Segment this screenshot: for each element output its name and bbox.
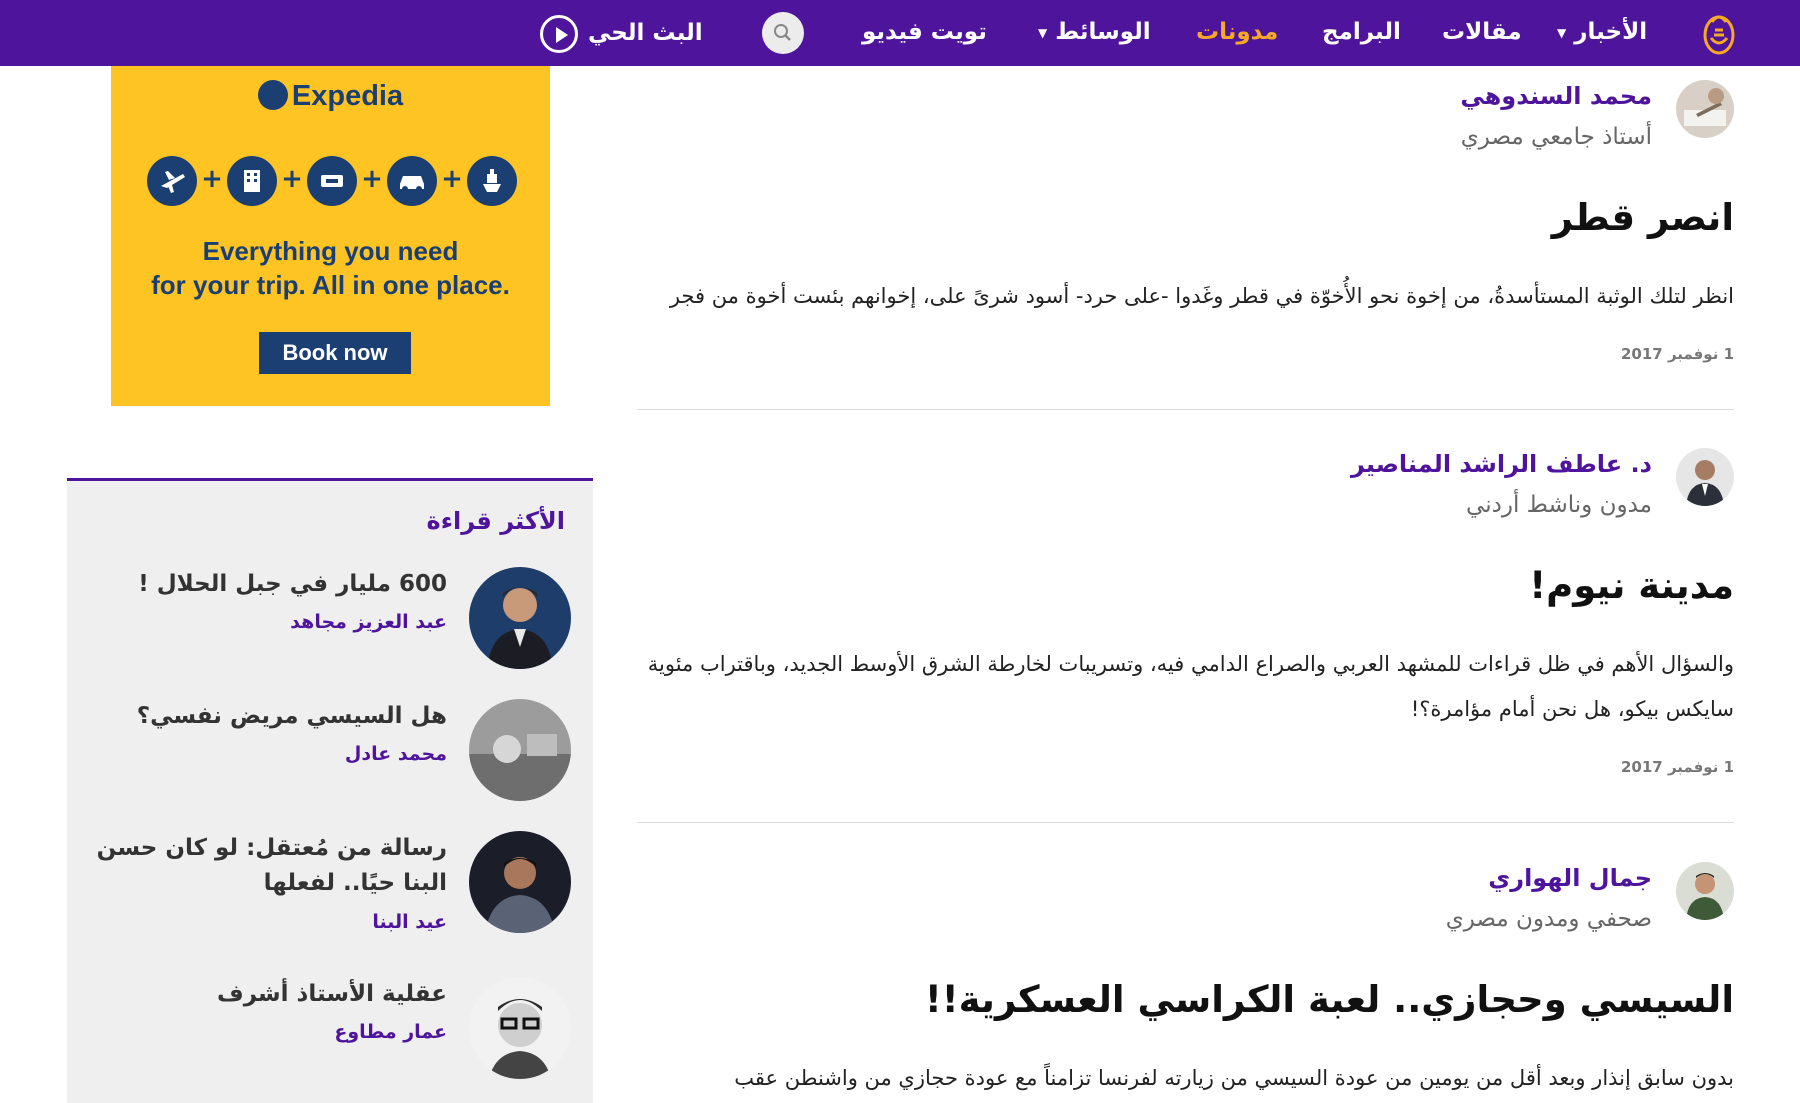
ad-tagline-line: Everything you need <box>202 236 459 266</box>
live-stream-label: البث الحي <box>588 20 703 46</box>
author-photo <box>469 831 571 933</box>
author-role: مدون وناشط أردني <box>1466 492 1652 518</box>
plus-icon: + <box>201 164 223 194</box>
most-read-item[interactable]: عقلية الأستاذ أشرف عمار مطاوع <box>67 977 593 1097</box>
book-now-button[interactable]: Book now <box>259 332 411 374</box>
plane-icon <box>147 156 197 206</box>
post-excerpt: والسؤال الأهم في ظل قراءات للمشهد العربي… <box>647 652 1734 721</box>
nav-item-blogs[interactable]: مدونات <box>1196 14 1278 50</box>
most-read-panel: الأكثر قراءة 600 مليار في جبل الحلال ! ع… <box>67 478 593 1103</box>
post-title[interactable]: انصر قطر <box>1552 196 1734 239</box>
post-date: 1 نوفمبر 2017 <box>1620 758 1734 776</box>
most-read-author[interactable]: عمار مطاوع <box>334 1021 447 1043</box>
nav-item-tweet-video[interactable]: تويت فيديو <box>862 14 987 50</box>
expedia-ad-banner[interactable]: Expedia + + + + Everything you need for … <box>111 66 550 406</box>
nav-item-label: تويت فيديو <box>862 19 987 45</box>
blog-post-card: د. عاطف الراشد المناصير مدون وناشط أردني… <box>637 448 1734 778</box>
most-read-title: الأكثر قراءة <box>426 507 565 535</box>
ticket-icon <box>307 156 357 206</box>
author-role: أستاذ جامعي مصري <box>1460 124 1652 150</box>
nav-item-media[interactable]: الوسائط ▼ <box>1038 14 1151 50</box>
chevron-down-icon: ▼ <box>1557 25 1567 40</box>
nav-item-label: مدونات <box>1196 19 1279 45</box>
nav-item-label: الأخبار <box>1574 19 1648 45</box>
play-icon <box>540 14 578 53</box>
ad-icon-row: + + + + <box>147 156 527 208</box>
ad-tagline: Everything you need for your trip. All i… <box>111 234 550 302</box>
ad-brand-text: Expedia <box>291 80 404 112</box>
author-photo <box>469 567 571 669</box>
most-read-headline: رسالة من مُعتقل: لو كان حسن البنا حيًا..… <box>96 835 447 896</box>
hotel-icon <box>227 156 277 206</box>
nav-item-news[interactable]: الأخبار ▼ <box>1557 14 1647 50</box>
author-name[interactable]: محمد السندوهي <box>1460 82 1652 110</box>
live-stream-link[interactable]: البث الحي <box>540 11 703 55</box>
nav-item-label: البرامج <box>1322 19 1401 45</box>
most-read-headline: هل السيسي مريض نفسي؟ <box>136 703 447 729</box>
blog-post-card: محمد السندوهي أستاذ جامعي مصري انصر قطر … <box>637 80 1734 380</box>
nav-item-label: الوسائط <box>1055 19 1151 45</box>
post-divider <box>637 409 1734 410</box>
top-navigation-bar: الأخبار▼ مقالات البرامج مدونات الوسائط▼ … <box>0 0 1800 66</box>
aljazeera-logo-icon[interactable] <box>1694 8 1744 58</box>
car-icon <box>387 156 437 206</box>
blog-post-card: جمال الهواري صحفي ومدون مصري السيسي وحجا… <box>637 862 1734 1100</box>
most-read-author[interactable]: عيد البنا <box>372 911 447 933</box>
nav-item-programs[interactable]: البرامج <box>1322 14 1401 50</box>
plus-icon: + <box>361 164 383 194</box>
post-divider <box>637 822 1734 823</box>
author-photo <box>469 977 571 1079</box>
ad-brand: Expedia <box>111 76 550 116</box>
most-read-item[interactable]: هل السيسي مريض نفسي؟ محمد عادل <box>67 699 593 819</box>
nav-item-articles[interactable]: مقالات <box>1442 14 1522 50</box>
most-read-headline: عقلية الأستاذ أشرف <box>217 981 447 1007</box>
plus-icon: + <box>281 164 303 194</box>
most-read-headline: 600 مليار في جبل الحلال ! <box>138 571 447 597</box>
author-avatar[interactable] <box>1676 862 1734 920</box>
post-date: 1 نوفمبر 2017 <box>1620 345 1734 363</box>
post-excerpt: بدون سابق إنذار وبعد أقل من يومين من عود… <box>734 1066 1734 1090</box>
most-read-author[interactable]: محمد عادل <box>345 743 447 765</box>
author-avatar[interactable] <box>1676 448 1734 506</box>
author-name[interactable]: جمال الهواري <box>1488 864 1652 892</box>
nav-item-label: مقالات <box>1442 19 1522 45</box>
search-button[interactable] <box>762 12 804 54</box>
most-read-item[interactable]: رسالة من مُعتقل: لو كان حسن البنا حيًا..… <box>67 831 593 951</box>
author-photo <box>469 699 571 801</box>
most-read-item[interactable]: 600 مليار في جبل الحلال ! عبد العزيز مجا… <box>67 567 593 687</box>
author-avatar[interactable] <box>1676 80 1734 138</box>
ad-tagline-line: for your trip. All in one place. <box>151 270 510 300</box>
plus-icon: + <box>441 164 463 194</box>
expedia-globe-icon <box>257 80 288 111</box>
post-excerpt: انظر لتلك الوثبة المستأسدةُ، من إخوة نحو… <box>669 284 1734 308</box>
post-title[interactable]: مدينة نيوم! <box>1529 564 1734 607</box>
chevron-down-icon: ▼ <box>1038 25 1048 40</box>
search-icon <box>774 24 791 41</box>
author-name[interactable]: د. عاطف الراشد المناصير <box>1351 450 1652 478</box>
post-title[interactable]: السيسي وحجازي.. لعبة الكراسي العسكرية!! <box>925 978 1734 1021</box>
cruise-icon <box>467 156 517 206</box>
author-role: صحفي ومدون مصري <box>1445 906 1652 932</box>
most-read-author[interactable]: عبد العزيز مجاهد <box>290 611 447 633</box>
